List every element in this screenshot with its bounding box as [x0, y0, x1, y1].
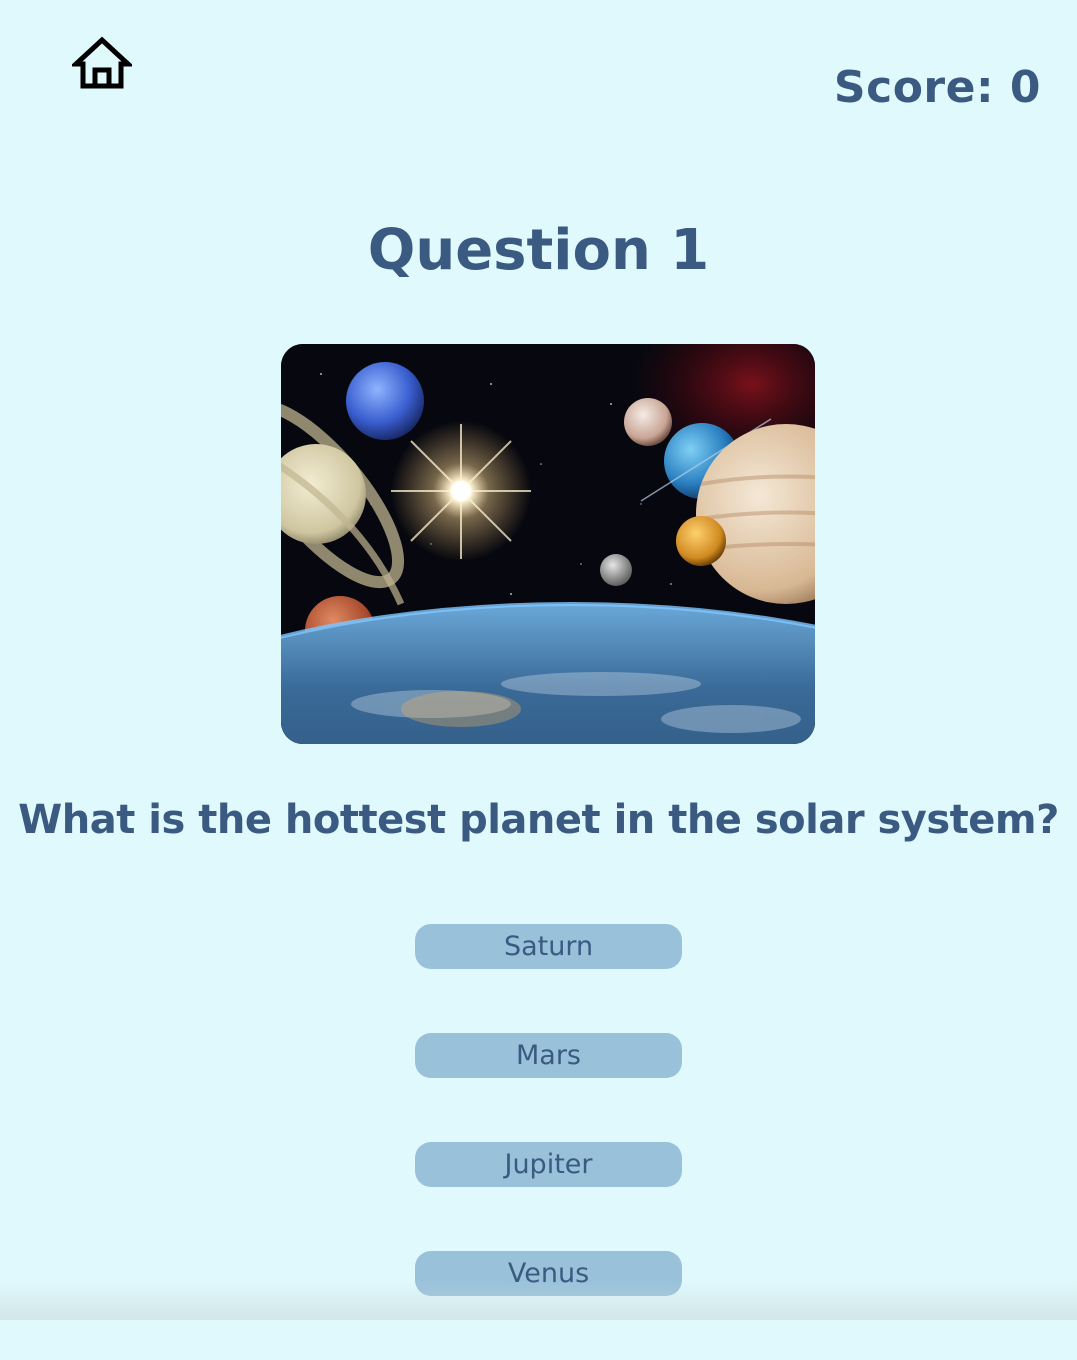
- score-display: Score: 0: [833, 62, 1041, 113]
- question-text: What is the hottest planet in the solar …: [18, 797, 1059, 843]
- answer-list: Saturn Mars Jupiter Venus: [415, 924, 682, 1360]
- solar-system-planets-image: [281, 344, 815, 744]
- answer-button-saturn[interactable]: Saturn: [415, 924, 682, 969]
- question-image: [281, 344, 815, 744]
- home-button[interactable]: [72, 36, 132, 90]
- home-icon: [72, 36, 132, 89]
- answer-button-jupiter[interactable]: Jupiter: [415, 1142, 682, 1187]
- answer-button-mars[interactable]: Mars: [415, 1033, 682, 1078]
- question-title: Question 1: [367, 218, 710, 283]
- answer-button-venus[interactable]: Venus: [415, 1251, 682, 1296]
